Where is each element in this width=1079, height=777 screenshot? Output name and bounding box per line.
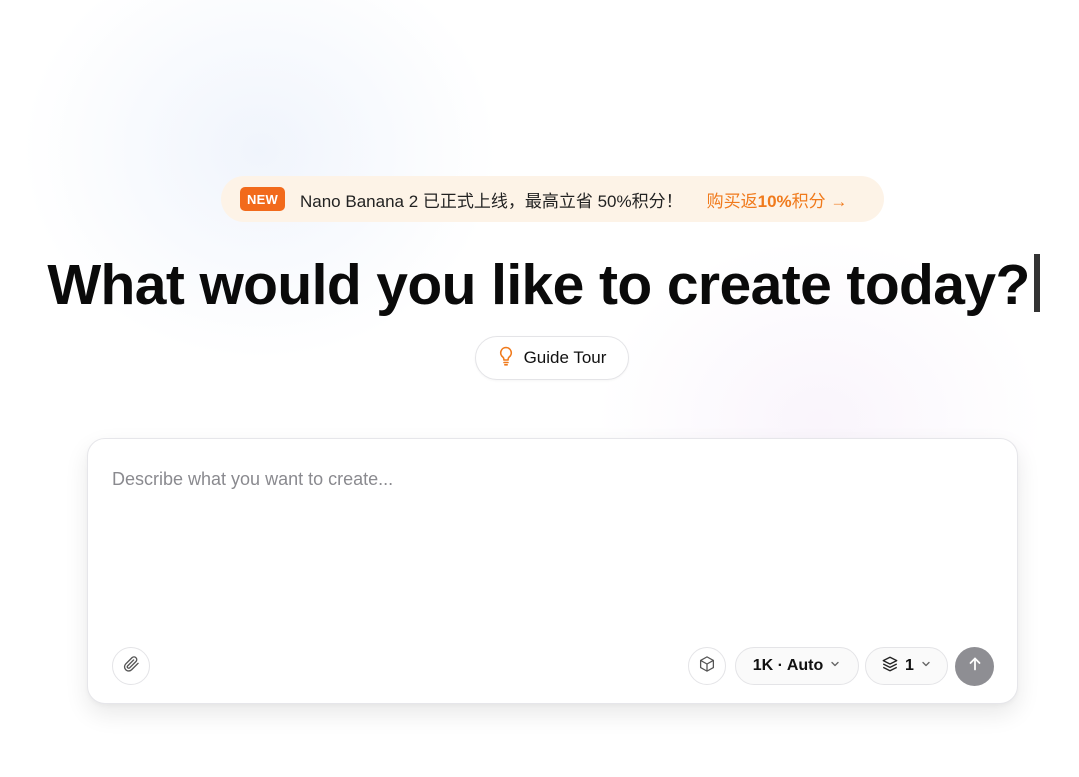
send-button[interactable]	[955, 647, 994, 686]
image-count-label: 1	[905, 657, 914, 674]
prompt-input[interactable]	[112, 469, 992, 619]
resolution-dropdown[interactable]: 1K · Auto	[735, 647, 859, 685]
guide-tour-label: Guide Tour	[523, 348, 607, 367]
new-badge: NEW	[240, 187, 285, 211]
announcement-text: Nano Banana 2 已正式上线，最高立省 50%积分！	[300, 191, 683, 211]
cube-icon	[698, 655, 716, 678]
paperclip-icon	[122, 655, 140, 678]
headline-text: What would you like to create today?	[47, 253, 1030, 317]
layers-icon	[881, 655, 899, 678]
model-select-button[interactable]	[688, 647, 726, 685]
purchase-bonus-link[interactable]: 购买返10%积分 →	[707, 187, 848, 212]
chevron-down-icon	[920, 657, 932, 675]
link-prefix: 购买返	[706, 191, 758, 211]
resolution-label: 1K · Auto	[752, 657, 824, 674]
arrow-up-icon	[967, 656, 983, 677]
image-count-dropdown[interactable]: 1	[865, 647, 948, 685]
typing-caret	[1033, 254, 1040, 312]
page-headline: What would you like to create today?	[0, 252, 1079, 318]
link-percent: 10%	[757, 191, 792, 211]
prompt-composer: 1K · Auto 1	[87, 438, 1018, 704]
chevron-down-icon	[829, 657, 841, 675]
link-suffix: 积分 →	[791, 191, 848, 211]
lightbulb-icon	[498, 346, 514, 371]
guide-tour-button[interactable]: Guide Tour	[475, 336, 629, 380]
announcement-banner[interactable]: NEW Nano Banana 2 已正式上线，最高立省 50%积分！ 购买返1…	[221, 176, 884, 222]
attach-button[interactable]	[112, 647, 150, 685]
